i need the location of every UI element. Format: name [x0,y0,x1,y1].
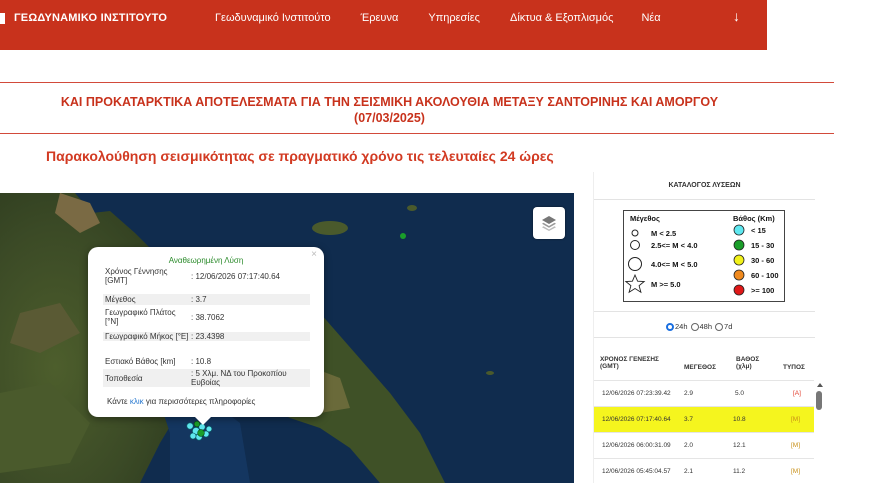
page-title: ΚΑΙ ΠΡΟΚΑΤΑΡΚΤΙΚΑ ΑΠΟΤΕΛΕΣΜΑΤΑ ΓΙΑ ΤΗΝ Σ… [0,94,834,126]
table-row[interactable]: 12/06/2026 05:45:04.57 2.1 11.2 [M] [594,459,814,483]
more-info-link[interactable]: κλικ [130,397,144,406]
col-header-mag[interactable]: ΜΕΓΕΘΟΣ [684,364,716,371]
page-title-line1: ΚΑΙ ΠΡΟΚΑΤΑΡΚΤΙΚΑ ΑΠΟΤΕΛΕΣΜΑΤΑ ΓΙΑ ΤΗΝ Σ… [60,95,719,109]
nav-item-research[interactable]: Έρευνα [361,12,399,24]
page-subtitle: Παρακολούθηση σεισμικότητας σε πραγματικ… [46,148,554,164]
col-header-time[interactable]: ΧΡΟΝΟΣ ΓΕΝΕΣΗΣ (GMT) [600,356,670,370]
popup-value: : 38.7062 [191,312,225,322]
event-popup: × Αναθεωρημένη Λύση Χρόνος Γέννησης [GMT… [88,247,324,417]
cell-type: [M] [791,468,801,475]
cell-mag: 2.0 [684,442,694,449]
cell-depth: 10.8 [733,416,746,423]
legend-mag-1: M < 2.5 [651,229,677,238]
nav-item-services[interactable]: Υπηρεσίες [428,12,480,24]
cell-depth: 12.1 [733,442,746,449]
panel-rule [594,337,815,338]
arrow-down-icon[interactable]: ↓ [733,8,740,24]
cell-time: 12/06/2026 05:45:04.57 [602,468,671,475]
table-row[interactable]: 12/06/2026 06:00:31.09 2.0 12.1 [M] [594,433,814,458]
cell-type: [M] [791,442,801,449]
panel-rule [594,199,815,200]
nav-menu: Γεωδυναμικό Ινστιτούτο Έρευνα Υπηρεσίες … [215,12,677,24]
popup-value: : 5 Χλμ. ΝΔ του Προκοπίου Ευβοίας [191,369,287,387]
legend: Μέγεθος Βάθος (Km) M < 2.5 2.5<= M < 4.0… [623,210,785,302]
cell-depth: 5.0 [735,390,745,397]
cell-mag: 2.1 [684,468,694,475]
popup-tip [195,417,211,425]
popup-footer-post: για περισσότερες πληροφορίες [143,397,256,406]
legend-depth-2: 15 - 30 [751,241,775,250]
radio-7d[interactable] [715,322,724,331]
col-header-depth[interactable]: ΒΑΘΟΣ (χλμ) [736,356,766,370]
cell-time: 12/06/2026 07:17:40.64 [602,416,671,423]
nav-item-networks[interactable]: Δίκτυα & Εξοπλισμός [510,12,613,24]
legend-mag-4: M >= 5.0 [651,280,681,289]
cell-mag: 3.7 [684,416,694,423]
time-filter: 24h 48h 7d [666,322,735,331]
popup-label: Τοποθεσία [105,373,143,383]
popup-value: : 10.8 [191,357,212,366]
popup-label: Μέγεθος [105,295,136,304]
table-row[interactable]: 12/06/2026 07:23:39.42 2.9 5.0 [A] [594,381,814,406]
brand-name: ΓΕΩΔΥΝΑΜΙΚΟ ΙΝΣΤΙΤΟΥΤΟ [14,12,168,24]
cell-mag: 2.9 [684,390,694,397]
nav-item-institute[interactable]: Γεωδυναμικό Ινστιτούτο [215,12,331,24]
table-row-selected[interactable]: 12/06/2026 07:17:40.64 3.7 10.8 [M] [594,407,814,432]
layers-button[interactable] [533,207,565,239]
popup-row-location: Τοποθεσία : 5 Χλμ. ΝΔ του Προκοπίου Ευβο… [103,369,310,387]
popup-row-magnitude: Μέγεθος : 3.7 [103,294,310,305]
popup-footer-pre: Κάντε [107,397,130,406]
title-top-rule [0,82,834,83]
page: ΓΕΩΔΥΝΑΜΙΚΟ ΙΝΣΤΙΤΟΥΤΟ Γεωδυναμικό Ινστι… [0,0,880,483]
popup-title: Αναθεωρημένη Λύση [168,256,244,265]
radio-24h-label[interactable]: 24h [675,322,688,331]
legend-mag-3: 4.0<= M < 5.0 [651,260,698,269]
nav-item-news[interactable]: Νέα [641,12,660,24]
popup-value: : 12/06/2026 07:17:40.64 [191,271,280,281]
table-scrollbar[interactable] [816,391,822,410]
legend-depth-5: >= 100 [751,286,775,295]
popup-value: : 23.4398 [191,332,225,341]
cell-time: 12/06/2026 07:23:39.42 [602,390,671,397]
col-header-type[interactable]: ΤΥΠΟΣ [783,364,805,371]
popup-row-latitude: Γεωγραφικό Πλάτος [°N] : 38.7062 [103,308,310,326]
legend-depth-3: 30 - 60 [751,256,775,265]
legend-mag-2: 2.5<= M < 4.0 [651,241,698,250]
legend-depth-1: < 15 [751,226,766,235]
cell-type: [M] [791,416,801,423]
popup-label: Γεωγραφικό Μήκος [°E] [105,332,189,341]
panel-title: ΚΑΤΑΛΟΓΟΣ ΛΥΣΕΩΝ [668,182,741,189]
radio-48h-label[interactable]: 48h [700,322,713,331]
legend-depth-4: 60 - 100 [751,271,779,280]
radio-48h[interactable] [690,322,699,331]
scroll-up-arrow[interactable] [817,383,823,387]
popup-value: : 3.7 [191,295,207,304]
popup-footer: Κάντε κλικ για περισσότερες πληροφορίες [107,397,255,406]
panel-rule [594,311,815,312]
popup-label: Γεωγραφικό Πλάτος [°N] [105,308,176,326]
brand[interactable]: ΓΕΩΔΥΝΑΜΙΚΟ ΙΝΣΤΙΤΟΥΤΟ [0,12,167,24]
cell-type: [A] [793,390,801,397]
popup-label: Εστιακό Βάθος [km] [105,357,176,366]
radio-7d-label[interactable]: 7d [724,322,732,331]
page-title-line2: (07/03/2025) [354,111,425,125]
title-bottom-rule [0,133,834,134]
top-navbar: ΓΕΩΔΥΝΑΜΙΚΟ ΙΝΣΤΙΤΟΥΤΟ Γεωδυναμικό Ινστι… [0,0,767,50]
popup-row-depth: Εστιακό Βάθος [km] : 10.8 [103,357,310,366]
popup-label: Χρόνος Γέννησης [GMT] [105,267,168,285]
logo-mark [0,12,5,24]
popup-row-origin-time: Χρόνος Γέννησης [GMT] : 12/06/2026 07:17… [103,267,310,285]
cell-depth: 11.2 [733,468,746,475]
radio-24h[interactable] [666,322,674,331]
popup-row-longitude: Γεωγραφικό Μήκος [°E] : 23.4398 [103,332,310,341]
cell-time: 12/06/2026 06:00:31.09 [602,442,671,449]
layers-icon [542,216,556,231]
